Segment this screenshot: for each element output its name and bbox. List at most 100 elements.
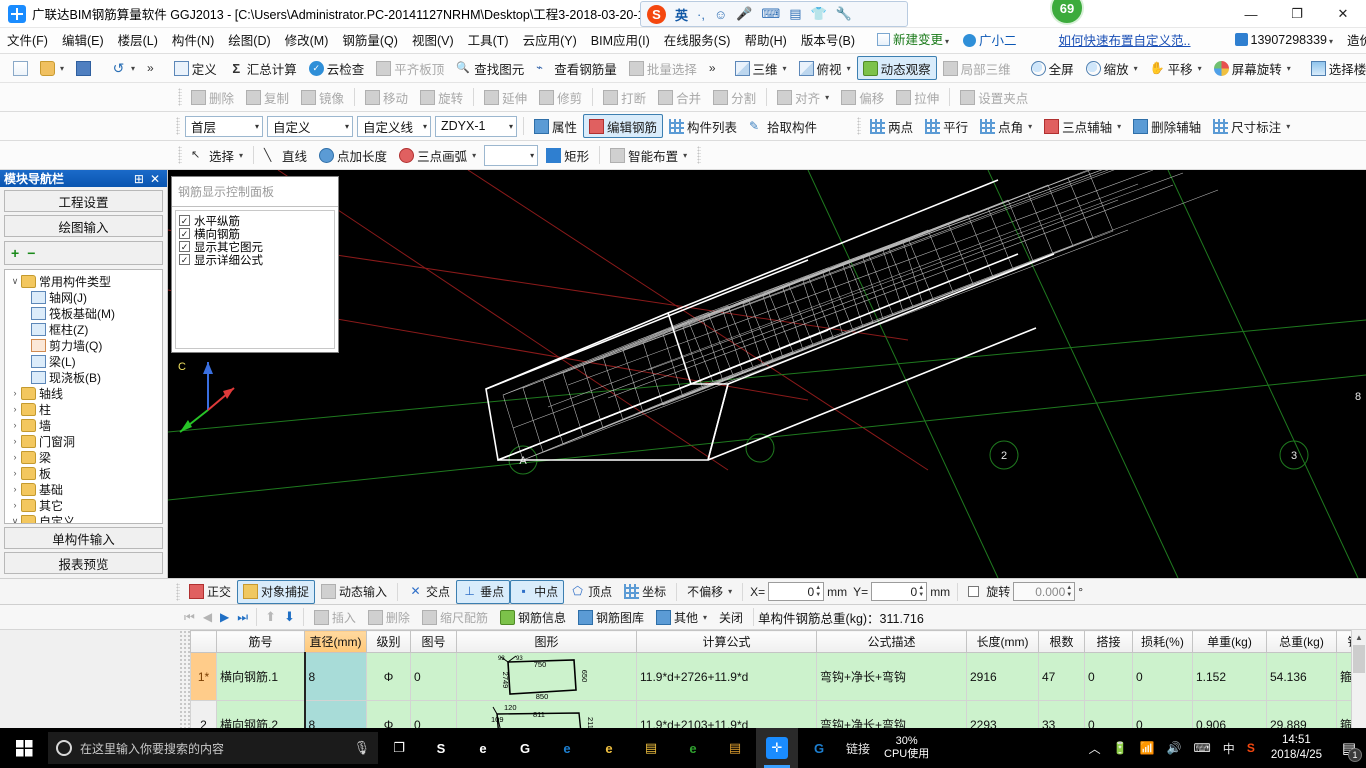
taskbar-ie-browser[interactable]: e	[546, 728, 588, 768]
two-point-axis-button[interactable]: 两点	[864, 114, 919, 138]
tray-sogou-icon[interactable]: S	[1241, 741, 1261, 755]
properties-button[interactable]: 属性	[528, 114, 583, 138]
col-header-diameter[interactable]: 直径(mm)	[304, 630, 367, 653]
tree-node-frame-column[interactable]: 框柱(Z)	[7, 321, 162, 337]
component-list-button[interactable]: 构件列表	[663, 114, 743, 138]
next-row-button[interactable]: ▶	[216, 610, 233, 624]
menu-draw[interactable]: 绘图(D)	[221, 28, 277, 54]
taskbar-file-explorer[interactable]: ▤	[630, 728, 672, 768]
coin-balance[interactable]: 造价豆:0	[1340, 28, 1366, 54]
pick-component-button[interactable]: ✎ 拾取构件	[743, 114, 823, 138]
zoom-button[interactable]: 缩放 ▾	[1080, 56, 1144, 80]
type-select[interactable]: 自定义线 ▾	[357, 115, 431, 137]
collapse-chevron-icon-2[interactable]: ›	[9, 404, 21, 414]
smart-layout-button[interactable]: 智能布置 ▾	[604, 143, 693, 167]
col-header-formula[interactable]: 计算公式	[636, 630, 817, 653]
cell-formula[interactable]: 11.9*d+2726+11.9*d	[636, 652, 817, 701]
floor-select[interactable]: 首层 ▾	[185, 115, 263, 137]
line-tool-button[interactable]: ╲ 直线	[258, 143, 313, 167]
ime-keyboard-icon[interactable]: ⌨	[761, 6, 780, 22]
rectangle-tool-button[interactable]: 矩形	[540, 143, 595, 167]
tray-ime-icon[interactable]: 中	[1217, 740, 1241, 757]
menu-rebar-qty[interactable]: 钢筋量(Q)	[335, 28, 405, 54]
expand-chevron-icon[interactable]: ∨	[9, 276, 21, 287]
tree-node-common-types[interactable]: ∨ 常用构件类型	[7, 273, 162, 289]
cell-picno[interactable]: 0	[410, 652, 457, 701]
save-button[interactable]	[70, 56, 97, 80]
rotate-spinner[interactable]: ▲ ▼	[1066, 585, 1072, 599]
checkbox-icon[interactable]: ✓	[179, 215, 190, 226]
col-header-unitw[interactable]: 单重(kg)	[1192, 630, 1267, 653]
ime-card-icon[interactable]: ▤	[789, 6, 801, 22]
collapse-chevron-icon-4[interactable]: ›	[9, 436, 21, 446]
col-header-grade[interactable]: 级别	[366, 630, 411, 653]
taskbar-clock[interactable]: 14:51 2018/4/25	[1261, 733, 1332, 763]
sidebar-close-icon[interactable]: ✕	[147, 172, 163, 186]
tray-battery-icon[interactable]: 🔋	[1107, 741, 1134, 755]
rebar-info-button[interactable]: 钢筋信息	[494, 605, 572, 629]
component-select[interactable]: ZDYX-1 ▾	[435, 115, 517, 137]
rotate-checkbox[interactable]	[968, 586, 980, 597]
move-down-button[interactable]: ⬇	[280, 609, 299, 625]
offset-mode-select[interactable]: 不偏移 ▾	[681, 580, 738, 604]
scroll-up-icon[interactable]: ▲	[1352, 630, 1366, 645]
tree-node-wall[interactable]: › 墙	[7, 417, 162, 433]
cloud-check-button[interactable]: ✓ 云检查	[303, 56, 371, 80]
notification-center-button[interactable]: ▤ 1	[1332, 728, 1366, 768]
col-header-shape[interactable]: 图形	[456, 630, 637, 653]
point-length-button[interactable]: 点加长度	[313, 143, 393, 167]
new-change-button[interactable]: 新建变更 ▾	[870, 27, 956, 55]
start-button[interactable]	[0, 728, 48, 768]
menu-file[interactable]: 文件(F)	[0, 28, 55, 54]
sogou-logo-icon[interactable]: S	[647, 4, 666, 24]
cell-diameter[interactable]: 8	[303, 652, 367, 701]
first-row-button[interactable]: ⏮	[180, 610, 199, 625]
menu-online-service[interactable]: 在线服务(S)	[657, 28, 738, 54]
taskbar-sogou-app[interactable]: S	[420, 728, 462, 768]
cell-name[interactable]: 横向钢筋.1	[216, 652, 305, 701]
view-rebar-button[interactable]: ⌁ 查看钢筋量	[530, 56, 623, 80]
col-header-count[interactable]: 根数	[1038, 630, 1085, 653]
tree-node-custom[interactable]: ∨ 自定义	[7, 513, 162, 524]
last-row-button[interactable]: ⏭	[233, 610, 252, 625]
coordinate-snap-button[interactable]: 坐标	[618, 580, 672, 604]
three-point-arc-button[interactable]: 三点画弧 ▾	[393, 143, 482, 167]
rotate-input[interactable]: 0.000 ▲ ▼	[1013, 582, 1076, 601]
cortana-icon[interactable]	[56, 740, 72, 756]
menu-cloud-app[interactable]: 云应用(Y)	[516, 28, 584, 54]
col-header-picno[interactable]: 图号	[410, 630, 457, 653]
collapse-chevron-icon-3[interactable]: ›	[9, 420, 21, 430]
category-select[interactable]: 自定义 ▾	[267, 115, 353, 137]
taskbar-glodon-cloud[interactable]: G	[798, 728, 840, 768]
taskbar-ie-browser-2[interactable]: e	[588, 728, 630, 768]
taskbar-link-label[interactable]: 链接	[840, 740, 876, 757]
tray-keyboard-icon[interactable]: ⌨	[1187, 741, 1216, 755]
ime-emoji-icon[interactable]: ☺	[714, 7, 727, 22]
prev-row-button[interactable]: ◀	[199, 610, 216, 624]
report-preview-button[interactable]: 报表预览	[4, 552, 163, 574]
top-view-button[interactable]: 俯视 ▾	[793, 56, 857, 80]
expand-chevron-icon-2[interactable]: ∨	[9, 516, 21, 524]
ime-punctuation-icon[interactable]: ·,	[697, 7, 705, 22]
draw-toolbar-grip[interactable]	[178, 146, 182, 164]
object-snap-button[interactable]: 对象捕捉	[237, 579, 316, 604]
tray-chevron-icon[interactable]: ︿	[1083, 740, 1107, 757]
comp-toolbar-grip[interactable]	[176, 117, 180, 135]
minimize-button[interactable]: —	[1228, 0, 1274, 28]
tree-node-cast-slab[interactable]: 现浇板(B)	[7, 369, 162, 385]
delete-axis-button[interactable]: 删除辅轴	[1127, 114, 1207, 138]
orbit-button[interactable]: 动态观察	[856, 56, 937, 80]
tray-volume-icon[interactable]: 🔊	[1161, 741, 1188, 755]
x-coord-input[interactable]: 0 ▲ ▼	[768, 582, 825, 601]
open-file-button[interactable]: ▾	[34, 56, 70, 80]
ortho-button[interactable]: 正交	[183, 580, 237, 604]
project-settings-button[interactable]: 工程设置	[4, 190, 163, 212]
collapse-chevron-icon-7[interactable]: ›	[9, 484, 21, 494]
cell-lap[interactable]: 0	[1084, 652, 1133, 701]
select-tool-button[interactable]: ↖ 选择 ▾	[185, 143, 249, 167]
tree-node-beam[interactable]: 梁(L)	[7, 353, 162, 369]
new-file-button[interactable]	[7, 56, 34, 80]
maximize-button[interactable]: ❐	[1274, 0, 1320, 28]
ime-skin-icon[interactable]: 👕	[811, 6, 827, 22]
promo-link[interactable]: 如何快速布置自定义范..	[1052, 28, 1198, 54]
